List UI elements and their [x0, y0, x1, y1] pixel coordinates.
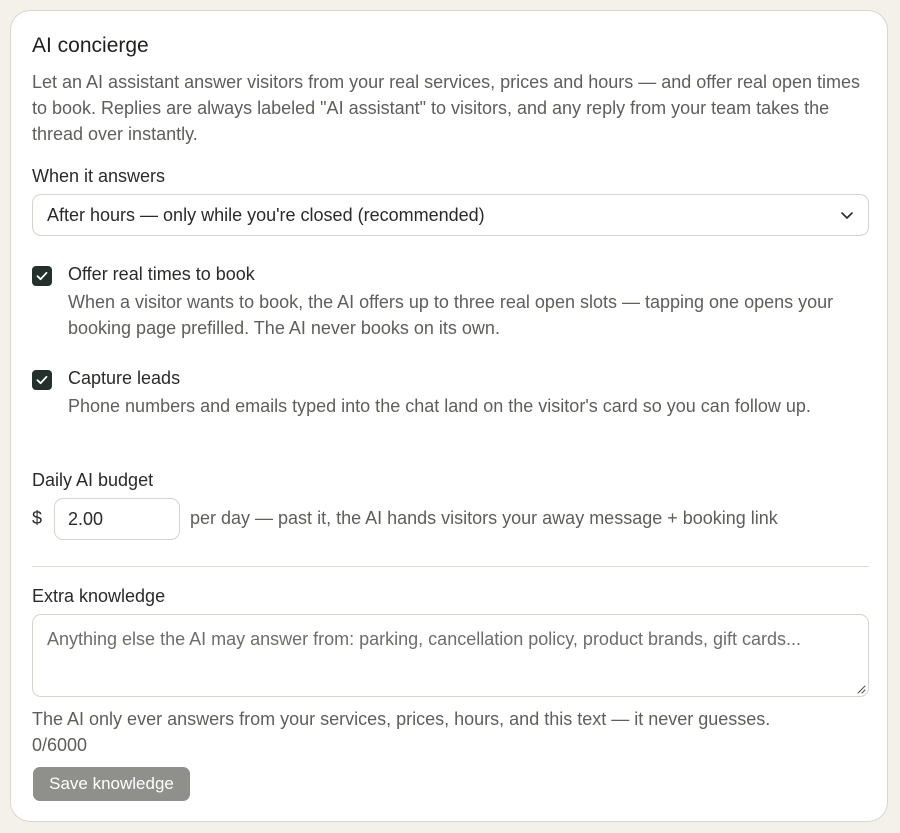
when-answers-value: After hours — only while you're closed (…: [47, 205, 485, 225]
extra-knowledge-label: Extra knowledge: [32, 586, 166, 606]
daily-budget-value: 2.00: [68, 509, 104, 529]
offer-times-description: When a visitor wants to book, the AI off…: [68, 292, 834, 338]
offer-times-checkbox[interactable]: [32, 266, 52, 286]
checkmark-icon: [36, 375, 48, 385]
daily-budget-hint: per day — past it, the AI hands visitors…: [190, 508, 778, 528]
offer-times-title: Offer real times to book: [68, 264, 255, 284]
daily-budget-input[interactable]: 2.00: [54, 498, 180, 540]
when-answers-select[interactable]: After hours — only while you're closed (…: [32, 194, 869, 236]
section-title: AI concierge: [32, 34, 149, 57]
capture-leads-description: Phone numbers and emails typed into the …: [68, 396, 811, 416]
character-counter: 0/6000: [32, 735, 88, 755]
capture-leads-title: Capture leads: [68, 368, 181, 388]
capture-leads-checkbox[interactable]: [32, 370, 52, 390]
when-answers-label: When it answers: [32, 166, 166, 186]
ai-concierge-card: AI concierge Let an AI assistant answer …: [10, 10, 888, 822]
extra-knowledge-textarea[interactable]: Anything else the AI may answer from: pa…: [32, 614, 869, 697]
daily-budget-label: Daily AI budget: [32, 470, 154, 490]
save-knowledge-button[interactable]: Save knowledge: [33, 767, 190, 801]
chevron-down-icon: [841, 212, 853, 219]
knowledge-note-block: The AI only ever answers from your servi…: [32, 706, 872, 758]
divider: [32, 566, 869, 567]
extra-knowledge-placeholder: Anything else the AI may answer from: pa…: [47, 629, 802, 649]
resize-handle-icon[interactable]: [856, 684, 866, 694]
section-description: Let an AI assistant answer visitors from…: [32, 72, 861, 144]
currency-symbol: $: [32, 508, 43, 528]
checkmark-icon: [36, 271, 48, 281]
knowledge-note: The AI only ever answers from your servi…: [32, 709, 771, 729]
